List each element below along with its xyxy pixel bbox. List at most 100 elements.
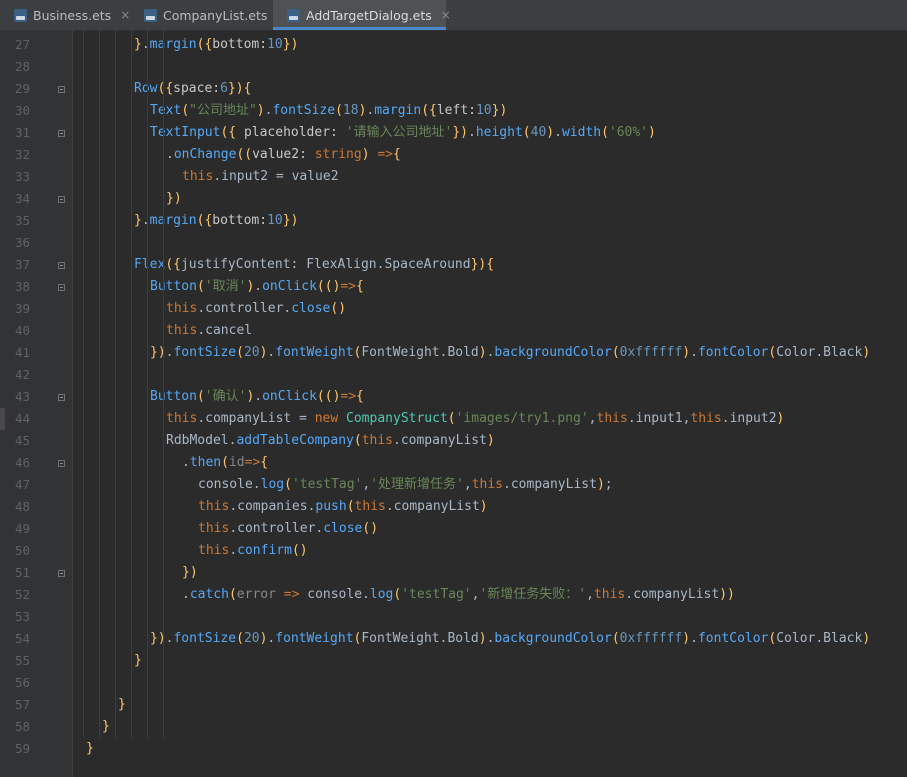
code-token: new <box>314 411 347 426</box>
code-token: 'images/try1.png' <box>455 411 589 426</box>
code-line[interactable]: this.controller.close() <box>166 298 346 320</box>
code-token: .input1, <box>627 411 691 426</box>
code-line[interactable]: console.log('testTag','处理新增任务',this.comp… <box>198 474 613 496</box>
code-line[interactable]: Row({space:6}){ <box>134 78 251 100</box>
code-line[interactable]: .catch(error => console.log('testTag','新… <box>182 584 735 606</box>
code-token: { <box>429 103 437 118</box>
code-token: addTableCompany <box>236 433 354 448</box>
fold-toggle-icon[interactable] <box>58 460 65 467</box>
code-token: . <box>690 631 698 646</box>
code-token: this <box>182 169 214 184</box>
close-icon[interactable]: × <box>441 8 451 22</box>
code-token: ( <box>316 389 325 404</box>
code-token: } <box>282 213 291 228</box>
code-line[interactable]: }) <box>182 562 198 584</box>
code-token: { <box>486 257 495 272</box>
line-number: 58 <box>14 719 30 734</box>
code-token: } <box>150 345 158 360</box>
code-token: , <box>463 477 472 492</box>
code-line[interactable]: Flex({justifyContent: FlexAlign.SpaceAro… <box>134 254 494 276</box>
code-line[interactable]: this.cancel <box>166 320 252 342</box>
code-token: { <box>165 81 174 96</box>
code-line[interactable]: this.input2 = value2 <box>182 166 339 188</box>
code-token: confirm <box>237 543 292 558</box>
code-token: ( <box>335 103 343 118</box>
code-token: () <box>362 521 379 536</box>
code-token: width <box>561 125 602 140</box>
code-token: ( <box>611 345 620 360</box>
code-token: ) <box>486 433 495 448</box>
code-line[interactable]: }).fontSize(20).fontWeight(FontWeight.Bo… <box>150 342 870 364</box>
code-token: CompanyStruct <box>346 411 448 426</box>
line-number: 55 <box>14 653 30 668</box>
indent-guide <box>83 30 84 738</box>
code-area[interactable]: }.margin({bottom:10}) Row({space:6}){ Text… <box>72 30 907 777</box>
code-token: "公司地址" <box>189 103 257 118</box>
code-token: 0xffffff <box>619 345 683 360</box>
code-line[interactable]: .onChange((value2: string) =>{ <box>166 144 401 166</box>
code-line[interactable]: }.margin({bottom:10}) <box>134 210 298 232</box>
code-line[interactable]: Text("公司地址").fontSize(18).margin({left:1… <box>150 100 507 122</box>
code-token: 20 <box>243 631 260 646</box>
code-line[interactable]: Button('取消').onClick(()=>{ <box>150 276 364 298</box>
code-line[interactable]: Button('确认').onClick(()=>{ <box>150 386 364 408</box>
fold-toggle-icon[interactable] <box>58 196 65 203</box>
fold-toggle-icon[interactable] <box>58 130 65 137</box>
indent-guide <box>99 30 100 738</box>
code-token: , <box>588 411 597 426</box>
line-number: 48 <box>14 499 30 514</box>
code-token: log <box>260 477 285 492</box>
code-line[interactable]: } <box>102 716 110 738</box>
code-token: { <box>243 81 252 96</box>
code-token: backgroundColor <box>494 345 612 360</box>
code-token: .companyList <box>385 499 480 514</box>
tab-addtargetdialog[interactable]: AddTargetDialog.ets × <box>273 0 451 30</box>
line-number: 47 <box>14 477 30 492</box>
code-line[interactable]: this.companies.push(this.companyList) <box>198 496 488 518</box>
fold-toggle-icon[interactable] <box>58 262 65 269</box>
code-token: 20 <box>243 345 260 360</box>
code-editor[interactable]: 27 28 29 30 31 32 33 34 35 36 37 38 39 40 41 42 43 44 45 46… <box>0 30 907 777</box>
fold-toggle-icon[interactable] <box>58 284 65 291</box>
code-token: 18 <box>342 103 359 118</box>
code-line[interactable]: } <box>118 694 126 716</box>
code-token: . <box>141 213 150 228</box>
code-token: ) <box>862 631 871 646</box>
code-token: space: <box>173 81 221 96</box>
code-line[interactable]: this.companyList = new CompanyStruct('im… <box>166 408 784 430</box>
code-token: . <box>182 455 190 470</box>
code-token: .companies. <box>229 499 316 514</box>
code-line[interactable]: RdbModel.addTableCompany(this.companyLis… <box>166 430 495 452</box>
code-token: ) <box>460 125 468 140</box>
code-line[interactable]: }).fontSize(20).fontWeight(FontWeight.Bo… <box>150 628 870 650</box>
tab-business[interactable]: Business.ets × <box>0 0 130 30</box>
code-line[interactable]: .then(id=>{ <box>182 452 268 474</box>
code-token: ) <box>479 499 488 514</box>
code-line[interactable]: } <box>134 650 142 672</box>
code-token: this <box>690 411 722 426</box>
code-token: .controller. <box>229 521 324 536</box>
line-number: 56 <box>14 675 30 690</box>
code-token: fontSize <box>272 103 336 118</box>
code-token: '确认' <box>204 389 247 404</box>
line-number: 28 <box>14 59 30 74</box>
code-token: } <box>166 191 174 206</box>
code-token: this <box>166 411 198 426</box>
fold-toggle-icon[interactable] <box>58 86 65 93</box>
fold-toggle-icon[interactable] <box>58 394 65 401</box>
code-line[interactable]: } <box>86 738 94 760</box>
code-token: . <box>229 543 238 558</box>
code-token: fontSize <box>173 345 237 360</box>
code-token: ) <box>157 631 166 646</box>
close-icon[interactable]: × <box>120 8 130 22</box>
code-line[interactable]: }.margin({bottom:10}) <box>134 34 298 56</box>
line-number: 51 <box>14 565 30 580</box>
tab-companylist[interactable]: CompanyList.ets × <box>130 0 286 30</box>
fold-toggle-icon[interactable] <box>58 570 65 577</box>
code-line[interactable]: this.confirm() <box>198 540 308 562</box>
code-line[interactable]: }) <box>166 188 182 210</box>
code-line[interactable]: TextInput({ placeholder: '请输入公司地址'}).hei… <box>150 122 656 144</box>
line-number: 41 <box>14 345 30 360</box>
code-token: } <box>102 719 110 734</box>
code-line[interactable]: this.controller.close() <box>198 518 378 540</box>
